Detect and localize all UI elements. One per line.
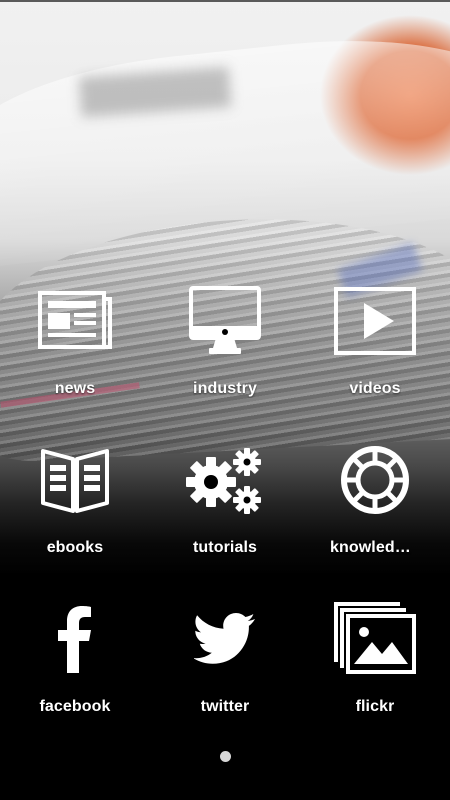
- menu-item-knowledge[interactable]: knowledge...: [300, 437, 450, 596]
- menu-item-videos[interactable]: videos: [300, 278, 450, 437]
- menu-item-label: flickr: [355, 698, 395, 715]
- menu-item-label: news: [54, 380, 96, 397]
- play-icon: [330, 278, 420, 364]
- menu-item-label: industry: [193, 380, 257, 397]
- menu-item-news[interactable]: news: [0, 278, 150, 437]
- facebook-icon: [30, 596, 120, 682]
- photo-gallery-icon: [330, 596, 420, 682]
- menu-item-label: knowledge...: [330, 539, 420, 556]
- menu-item-label: tutorials: [192, 539, 258, 556]
- lifebuoy-icon: [330, 437, 420, 523]
- monitor-icon: [180, 278, 270, 364]
- gears-icon: [180, 437, 270, 523]
- status-line: [0, 0, 450, 2]
- menu-item-twitter[interactable]: twitter: [150, 596, 300, 755]
- menu-item-label: facebook: [39, 698, 111, 715]
- menu-item-label: ebooks: [46, 539, 104, 556]
- open-book-icon: [30, 437, 120, 523]
- twitter-bird-icon: [180, 596, 270, 682]
- menu-item-ebooks[interactable]: ebooks: [0, 437, 150, 596]
- menu-item-industry[interactable]: industry: [150, 278, 300, 437]
- menu-item-facebook[interactable]: facebook: [0, 596, 150, 755]
- menu-grid: news industry videos ebooks tutorials kn…: [0, 278, 450, 755]
- menu-item-label: twitter: [200, 698, 250, 715]
- app-screen: news industry videos ebooks tutorials kn…: [0, 0, 450, 800]
- menu-item-flickr[interactable]: flickr: [300, 596, 450, 755]
- newspaper-icon: [30, 278, 120, 364]
- menu-item-tutorials[interactable]: tutorials: [150, 437, 300, 596]
- menu-item-label: videos: [349, 380, 401, 397]
- page-indicator-dot[interactable]: [220, 751, 231, 762]
